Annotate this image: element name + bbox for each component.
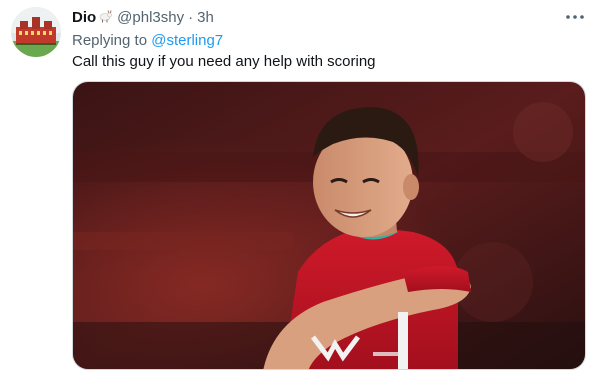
more-horizontal-icon[interactable] bbox=[564, 10, 586, 24]
tweet-header: Dio @phl3shy · 3h bbox=[72, 8, 560, 28]
replying-to: Replying to @sterling7 bbox=[72, 31, 223, 51]
goat-icon bbox=[98, 9, 112, 23]
separator-dot: · bbox=[188, 9, 194, 26]
avatar[interactable] bbox=[11, 7, 61, 57]
user-handle[interactable]: @phl3shy bbox=[117, 8, 184, 28]
tweet-card[interactable]: Dio @phl3shy · 3h Replying to @sterling7… bbox=[0, 0, 600, 372]
display-name[interactable]: Dio bbox=[72, 8, 96, 28]
tweet-photo[interactable] bbox=[72, 81, 586, 370]
tweet-text: Call this guy if you need any help with … bbox=[72, 53, 376, 70]
avatar-image bbox=[11, 7, 61, 57]
timestamp[interactable]: 3h bbox=[197, 8, 214, 28]
replying-to-label: Replying to bbox=[72, 32, 152, 49]
mention-link[interactable]: @sterling7 bbox=[151, 32, 223, 49]
photo-icon bbox=[73, 82, 585, 369]
